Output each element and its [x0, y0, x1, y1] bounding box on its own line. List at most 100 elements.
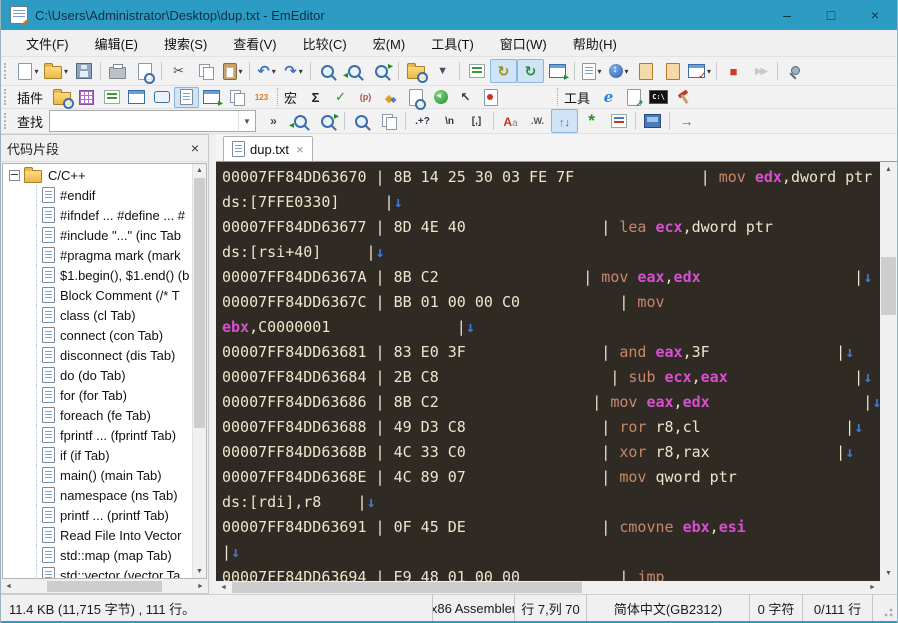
find-previous-button[interactable] — [368, 59, 395, 83]
menu-item[interactable]: 搜索(S) — [151, 31, 220, 56]
snippet-insert-button[interactable] — [632, 59, 659, 83]
tab-dup-txt[interactable]: dup.txt × — [223, 136, 313, 161]
snippet-item[interactable]: #ifndef ... #define ... # — [3, 205, 193, 225]
toolbar-grip[interactable] — [4, 113, 11, 129]
explorer-button[interactable] — [49, 87, 74, 109]
find-all-button[interactable] — [348, 109, 375, 133]
menu-item[interactable]: 工具(T) — [418, 31, 487, 56]
snippet-item[interactable]: $1.begin(), $1.end() (b — [3, 265, 193, 285]
scrollbar-thumb[interactable] — [881, 257, 896, 315]
redo-button[interactable]: ↷ ▾ — [280, 59, 307, 83]
projects-button[interactable] — [224, 87, 249, 108]
copy-button[interactable] — [192, 59, 219, 83]
macro-sum-button[interactable]: Σ — [303, 87, 328, 108]
cut-button[interactable]: ✂ — [165, 59, 192, 83]
macro-reference-button[interactable] — [403, 87, 428, 110]
snippet-item[interactable]: #pragma mark (mark — [3, 245, 193, 265]
macro-stop-button[interactable] — [478, 87, 503, 108]
menu-item[interactable]: 帮助(H) — [560, 31, 630, 56]
panel-close-icon[interactable]: × — [188, 140, 202, 156]
combo-dropdown-icon[interactable]: ▼ — [238, 111, 255, 131]
minimize-button[interactable]: – — [765, 0, 809, 30]
snippet-item[interactable]: fprintf ... (fprintf Tab) — [3, 425, 193, 445]
tree-root-cpp[interactable]: C/C++ — [3, 165, 193, 185]
build-button[interactable] — [671, 87, 696, 108]
snippet-item[interactable]: #endif — [3, 185, 193, 205]
editor-area[interactable]: 00007FF84DD63670 | 8B 14 25 30 03 FE 7F … — [216, 162, 880, 581]
snippet-item[interactable]: std::map (map Tab) — [3, 545, 193, 565]
highlight-all-button[interactable]: * — [578, 109, 605, 133]
print-button[interactable] — [104, 59, 131, 83]
dropdown-caret-icon[interactable]: ▾ — [299, 67, 303, 76]
escape-seq-button[interactable]: \n — [436, 109, 463, 133]
scroll-left-icon[interactable]: ◄ — [216, 581, 231, 594]
html-preview-button[interactable] — [199, 87, 224, 109]
editor-vertical-scrollbar[interactable]: ▲ ▼ — [880, 162, 897, 581]
open-file-button[interactable]: ▾ — [42, 59, 70, 83]
open-documents-button[interactable] — [124, 87, 149, 108]
status-syntax[interactable]: x86 Assembler — [433, 595, 515, 621]
print-preview-button[interactable] — [131, 59, 158, 84]
snippet-item[interactable]: connect (con Tab) — [3, 325, 193, 345]
find-combobox[interactable]: ▼ — [49, 110, 257, 132]
extract-lines-button[interactable] — [463, 59, 490, 83]
snippet-item[interactable]: std::vector (vector Ta — [3, 565, 193, 578]
snippet-item[interactable]: printf ... (printf Tab) — [3, 505, 193, 525]
play-macro-button[interactable]: ▶▶ — [747, 59, 774, 83]
number-lines-button[interactable]: 123 — [249, 87, 274, 108]
maximize-button[interactable]: □ — [809, 0, 853, 30]
menu-item[interactable]: 宏(M) — [360, 31, 419, 56]
dropdown-caret-icon[interactable]: ▾ — [34, 67, 38, 76]
scroll-right-icon[interactable]: ► — [865, 581, 880, 594]
direction-updown-button[interactable]: ↑↓ — [551, 109, 579, 133]
new-window-button[interactable] — [544, 59, 571, 83]
record-macro-button[interactable]: ■ — [720, 59, 747, 83]
whole-word-button[interactable]: .W. — [524, 109, 551, 133]
collapse-icon[interactable] — [9, 169, 20, 181]
refresh-button[interactable]: ↻ — [517, 59, 545, 83]
outline-button[interactable] — [99, 87, 124, 108]
bookmark-all-button[interactable] — [605, 109, 632, 133]
menu-item[interactable]: 查看(V) — [220, 31, 289, 56]
macro-select-button[interactable]: ↖ — [453, 87, 478, 108]
scrollbar-thumb[interactable] — [232, 582, 582, 593]
validate-button[interactable]: ▾ — [686, 59, 713, 83]
status-line-count[interactable]: 0/111 行 — [803, 595, 873, 621]
paste-button[interactable]: ▾ — [219, 59, 246, 83]
snippet-item[interactable]: #include "..." (inc Tab — [3, 225, 193, 245]
scroll-right-icon[interactable]: ► — [194, 580, 207, 593]
next-action-button[interactable]: → — [673, 109, 700, 133]
macro-check-button[interactable]: ✓ — [328, 87, 353, 108]
menu-item[interactable]: 编辑(E) — [82, 31, 151, 56]
menu-item[interactable]: 窗口(W) — [487, 31, 560, 56]
pin-button[interactable] — [781, 59, 808, 83]
scroll-down-icon[interactable]: ▼ — [193, 565, 206, 578]
dropdown-caret-icon[interactable]: ▾ — [64, 67, 68, 76]
snippets-button[interactable] — [174, 86, 200, 108]
resize-grip[interactable] — [873, 595, 897, 621]
char-class-button[interactable]: [,] — [463, 109, 490, 133]
scroll-up-icon[interactable]: ▲ — [880, 162, 897, 177]
macro-parameter-button[interactable]: (p) — [353, 87, 378, 108]
snippet-item[interactable]: for (for Tab) — [3, 385, 193, 405]
comments-button[interactable] — [149, 87, 174, 108]
tab-close-icon[interactable]: × — [296, 142, 304, 157]
copy-all-button[interactable] — [375, 109, 402, 133]
macro-diamond-button[interactable]: ◆◆ — [378, 87, 403, 108]
wrap-indicator-button[interactable]: ↻ — [490, 59, 518, 83]
snippet-item[interactable]: namespace (ns Tab) — [3, 485, 193, 505]
dropdown-caret-icon[interactable]: ▾ — [239, 67, 243, 76]
internet-explorer-button[interactable]: e — [596, 87, 621, 108]
macro-browser-button[interactable] — [428, 87, 453, 108]
panel-splitter[interactable] — [209, 134, 216, 594]
save-button[interactable] — [70, 59, 97, 83]
find-input[interactable] — [50, 113, 239, 129]
status-char-count[interactable]: 0 字符 — [750, 595, 803, 621]
sidebar-vertical-scrollbar[interactable]: ▲ ▼ — [192, 164, 206, 578]
scrollbar-thumb[interactable] — [194, 178, 205, 428]
export-button[interactable] — [621, 87, 646, 110]
find-next-button[interactable] — [341, 59, 368, 83]
dropdown-caret-icon[interactable]: ▾ — [625, 67, 629, 76]
snippet-item[interactable]: main() (main Tab) — [3, 465, 193, 485]
status-cursor-position[interactable]: 行 7,列 70 — [515, 595, 587, 621]
